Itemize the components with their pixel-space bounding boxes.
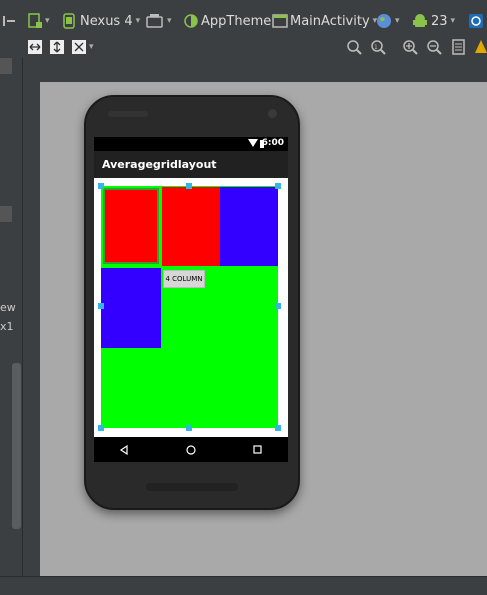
resize-handle[interactable]	[186, 425, 192, 431]
theme-icon	[184, 14, 198, 28]
resize-handle[interactable]	[186, 183, 192, 189]
zoom-actual-icon: 1	[371, 40, 386, 55]
panel-text: ew	[0, 301, 16, 314]
globe-icon	[377, 14, 391, 28]
svg-text:1: 1	[374, 44, 378, 51]
camera-icon	[268, 109, 277, 118]
device-label: Nexus 4	[80, 13, 133, 29]
navigation-bar	[94, 437, 288, 462]
resize-icon	[72, 40, 86, 54]
panel-divider	[22, 58, 23, 578]
status-time: 6:00	[261, 138, 284, 148]
expand-vertical-icon	[50, 40, 64, 54]
device-selector[interactable]: Nexus 4 ▾	[62, 10, 140, 32]
resize-handle[interactable]	[275, 425, 281, 431]
warning-button[interactable]	[474, 36, 487, 58]
chevron-down-icon: ▾	[450, 16, 456, 26]
scrollbar[interactable]	[12, 363, 21, 529]
panel-block	[0, 206, 12, 222]
four-column-button[interactable]: 4 COLUMN	[163, 270, 205, 288]
zoom-toolbar: ▾ 1	[0, 36, 487, 58]
zoom-fit-icon	[347, 40, 362, 55]
back-icon[interactable]	[119, 444, 128, 456]
status-bar: 6:00	[94, 137, 288, 151]
document-icon	[452, 39, 465, 55]
top-toolbar: ▾ Nexus 4 ▾ ▾ AppTheme MainActivity ▾ ▾ …	[0, 0, 487, 40]
theme-selector[interactable]: AppTheme	[184, 10, 271, 32]
chevron-down-icon: ▾	[167, 16, 172, 26]
panel-block	[0, 58, 12, 74]
wifi-icon	[248, 139, 258, 147]
resize-handle[interactable]	[275, 183, 281, 189]
activity-selector[interactable]: MainActivity ▾	[272, 10, 377, 32]
bottom-bar	[0, 576, 487, 595]
expand-vertical-button[interactable]	[50, 36, 64, 58]
device-icon	[63, 13, 75, 29]
resize-handle[interactable]	[98, 425, 104, 431]
chevron-down-icon: ▾	[45, 16, 50, 26]
zoom-in-icon	[403, 40, 418, 55]
theme-label: AppTheme	[201, 13, 272, 29]
flip-icon[interactable]	[2, 10, 16, 32]
refresh-button[interactable]	[468, 10, 484, 32]
grid-cell-red[interactable]	[103, 188, 159, 264]
expand-horizontal-icon	[28, 40, 42, 54]
zoom-in-button[interactable]	[402, 36, 418, 58]
zoom-actual-button[interactable]: 1	[370, 36, 386, 58]
orientation-icon	[146, 14, 163, 28]
expand-horizontal-button[interactable]	[28, 36, 42, 58]
grid-layout[interactable]	[101, 186, 278, 428]
refresh-icon	[469, 14, 483, 28]
resize-handle[interactable]	[98, 303, 104, 309]
chevron-down-icon: ▾	[395, 16, 400, 26]
locale-selector[interactable]: ▾	[376, 10, 400, 32]
speaker-grille	[108, 111, 148, 117]
grid-cell-red[interactable]	[162, 187, 220, 266]
api-level-label: 23	[431, 13, 448, 29]
left-panel: ew x1	[0, 58, 40, 578]
screenshot-button[interactable]	[452, 36, 466, 58]
resize-button[interactable]: ▾	[72, 36, 94, 58]
zoom-fit-button[interactable]	[346, 36, 362, 58]
layout-file-button[interactable]: ▾	[28, 10, 50, 32]
activity-label: MainActivity	[290, 13, 370, 29]
zoom-out-icon	[427, 40, 442, 55]
chevron-down-icon: ▾	[135, 16, 141, 26]
chevron-down-icon: ▾	[89, 42, 94, 52]
grid-cell-blue[interactable]	[220, 187, 278, 266]
grid-cell-blue[interactable]	[101, 268, 161, 348]
app-bar: Averagegridlayout	[94, 151, 288, 178]
activity-icon	[272, 14, 288, 28]
device-screen: 6:00 Averagegridlayout	[94, 137, 288, 462]
resize-handle[interactable]	[98, 183, 104, 189]
panel-text: x1	[0, 320, 14, 333]
resize-handle[interactable]	[275, 303, 281, 309]
zoom-out-button[interactable]	[426, 36, 442, 58]
orientation-selector[interactable]: ▾	[146, 10, 172, 32]
phone-chin	[146, 483, 238, 491]
api-level-selector[interactable]: 23 ▾	[412, 10, 455, 32]
app-title: Averagegridlayout	[102, 158, 217, 171]
home-icon[interactable]	[186, 445, 196, 455]
warning-icon	[475, 40, 487, 53]
android-icon	[413, 14, 427, 27]
recents-icon[interactable]	[253, 445, 262, 454]
